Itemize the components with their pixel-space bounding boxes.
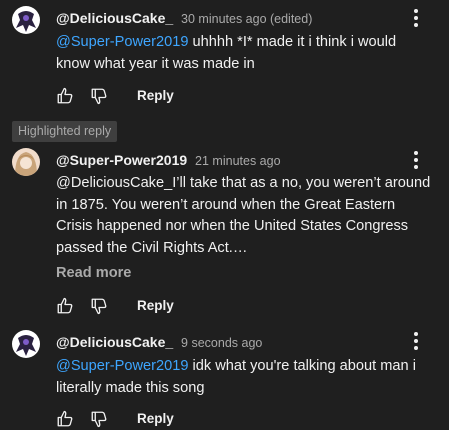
timestamp[interactable]: 21 minutes ago: [195, 154, 280, 168]
comment-text: @Super-Power2019 uhhhh *I* made it i thi…: [56, 34, 397, 72]
read-more-link[interactable]: Read more: [56, 265, 131, 281]
more-vert-icon: [414, 9, 418, 13]
more-actions-button[interactable]: [413, 9, 419, 29]
reply-button[interactable]: Reply: [137, 88, 174, 103]
avatar-image: [12, 148, 40, 176]
thumb-down-icon[interactable]: [90, 297, 108, 315]
comment-text: @DeliciousCake_I’ll take that as a no, y…: [56, 175, 431, 256]
timestamp[interactable]: 30 minutes ago (edited): [181, 12, 312, 26]
comment-text: @Super-Power2019 idk what you're talking…: [56, 358, 416, 396]
author-name[interactable]: @Super-Power2019: [56, 152, 187, 168]
thumb-down-icon[interactable]: [90, 87, 108, 105]
comment-header: @DeliciousCake_ 30 minutes ago (edited): [56, 10, 312, 26]
avatar[interactable]: [12, 148, 40, 176]
author-name[interactable]: @DeliciousCake_: [56, 10, 173, 26]
avatar[interactable]: [12, 6, 40, 34]
more-actions-button[interactable]: [413, 332, 419, 352]
author-name[interactable]: @DeliciousCake_: [56, 334, 173, 350]
mention-link[interactable]: @Super-Power2019: [56, 34, 188, 50]
avatar-image: [12, 330, 40, 358]
thumb-down-icon[interactable]: [90, 410, 108, 428]
reply-button[interactable]: Reply: [137, 298, 174, 313]
highlighted-reply-badge: Highlighted reply: [12, 121, 118, 142]
thumb-up-icon[interactable]: [56, 410, 74, 428]
comment-header: @Super-Power2019 21 minutes ago: [56, 152, 281, 168]
thumb-up-icon[interactable]: [56, 297, 74, 315]
avatar[interactable]: [12, 330, 40, 358]
mention-link[interactable]: @Super-Power2019: [56, 358, 188, 374]
reply-button[interactable]: Reply: [137, 411, 174, 426]
thumb-up-icon[interactable]: [56, 87, 74, 105]
more-vert-icon: [414, 332, 418, 336]
timestamp[interactable]: 9 seconds ago: [181, 336, 262, 350]
more-actions-button[interactable]: [413, 151, 419, 171]
comment-header: @DeliciousCake_ 9 seconds ago: [56, 334, 262, 350]
avatar-image: [12, 6, 40, 34]
more-vert-icon: [414, 151, 418, 155]
